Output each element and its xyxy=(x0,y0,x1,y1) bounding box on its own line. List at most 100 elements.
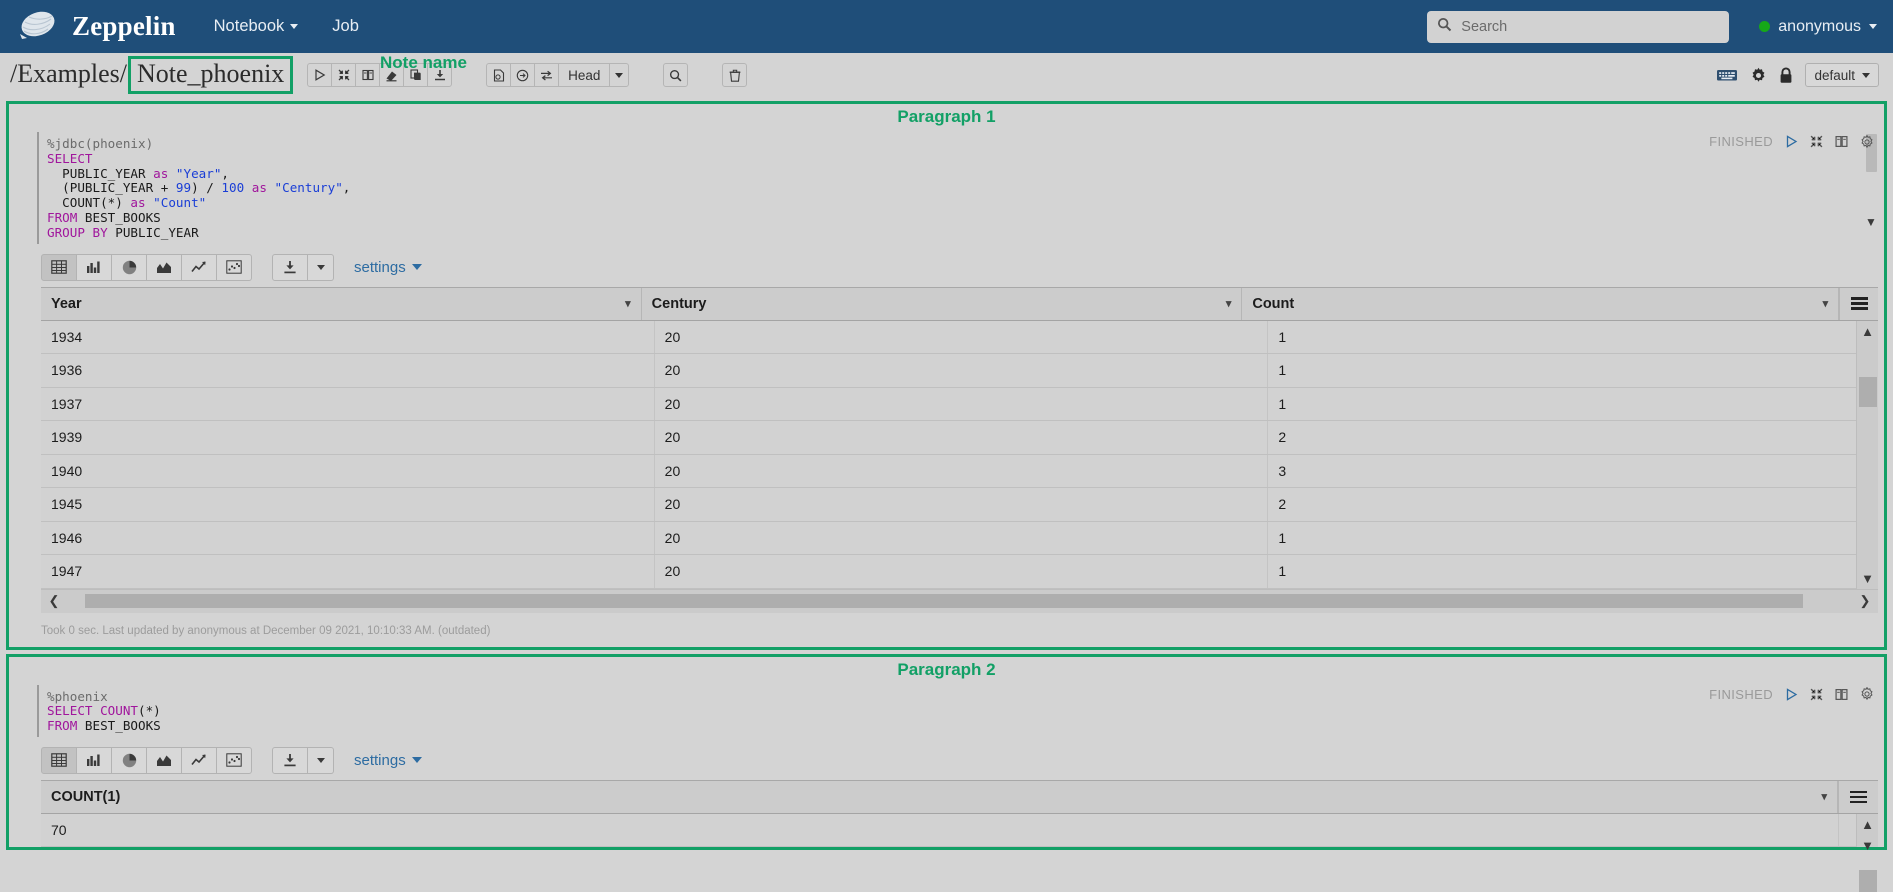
download-icon[interactable] xyxy=(272,253,308,281)
chevron-down-icon[interactable]: ▾ xyxy=(1823,297,1829,310)
table-row[interactable]: 1946 20 1 xyxy=(41,521,1878,556)
paragraph-2-editor[interactable]: %phoenix SELECT COUNT(*) FROM BEST_BOOKS xyxy=(9,680,1884,741)
table-row[interactable]: 1940 20 3 xyxy=(41,454,1878,489)
gear-icon[interactable] xyxy=(1860,687,1874,701)
run-paragraph-icon[interactable] xyxy=(1785,687,1798,701)
hscroll-track[interactable] xyxy=(65,594,1854,609)
pie-chart-icon[interactable] xyxy=(111,746,147,774)
scroll-up-icon[interactable]: ▲ xyxy=(1861,814,1874,835)
bar-chart-icon[interactable] xyxy=(76,253,112,281)
table-cell: 1 xyxy=(1268,555,1878,588)
paragraph-1-editor[interactable]: %jdbc(phoenix) SELECT PUBLIC_YEAR as "Ye… xyxy=(9,128,1884,248)
version-control-icon[interactable] xyxy=(486,63,512,87)
column-header-century[interactable]: Century ▾ xyxy=(642,287,1243,320)
navbar-right: anonymous xyxy=(1427,10,1877,43)
table-row[interactable]: 1945 20 2 xyxy=(41,488,1878,522)
chevron-down-icon[interactable]: ▾ xyxy=(1226,297,1232,310)
paragraph-1-footer: Took 0 sec. Last updated by anonymous at… xyxy=(41,624,491,637)
nav-item-notebook[interactable]: Notebook xyxy=(214,17,299,36)
run-paragraph-icon[interactable] xyxy=(1785,135,1798,148)
table-vertical-scrollbar[interactable]: ▲ ▼ xyxy=(1856,813,1878,892)
scroll-down-icon[interactable]: ▼ xyxy=(1861,835,1874,856)
trash-icon[interactable] xyxy=(722,63,748,87)
area-chart-icon[interactable] xyxy=(146,746,182,774)
table-horizontal-scrollbar[interactable]: ❮ ❯ xyxy=(41,588,1878,613)
scatter-chart-icon[interactable] xyxy=(216,253,252,281)
nav-item-job[interactable]: Job xyxy=(332,17,359,36)
table-row[interactable]: 1939 20 2 xyxy=(41,421,1878,455)
table-menu-icon[interactable] xyxy=(1839,287,1878,320)
search-code-icon[interactable] xyxy=(663,63,689,87)
run-all-icon[interactable] xyxy=(307,63,333,87)
paragraph-2-body: FINISHED %phoenix SELECT COUNT(*) FROM B… xyxy=(9,680,1884,892)
paragraph-1-body: FINISHED %jdbc(phoenix) SELECT PUBLIC_YE… xyxy=(9,128,1884,647)
vscroll-thumb[interactable] xyxy=(1858,376,1877,407)
column-header-count[interactable]: Count ▾ xyxy=(1242,287,1840,320)
table-row[interactable]: 1937 20 1 xyxy=(41,387,1878,422)
scroll-left-icon[interactable]: ❮ xyxy=(43,593,65,609)
table-view-icon[interactable] xyxy=(41,253,77,281)
keyboard-icon[interactable] xyxy=(1716,68,1738,82)
table-row[interactable]: 1947 20 1 xyxy=(41,555,1878,589)
pie-chart-icon[interactable] xyxy=(111,253,147,281)
user-menu[interactable]: anonymous xyxy=(1759,18,1877,36)
download-dropdown-icon[interactable] xyxy=(308,746,334,774)
table-cell: 1946 xyxy=(41,521,655,555)
table-cell: 1945 xyxy=(41,488,655,521)
chevron-down-icon[interactable]: ▾ xyxy=(625,297,631,310)
table-cell: 20 xyxy=(655,421,1269,454)
paragraph-1-code[interactable]: %jdbc(phoenix) SELECT PUBLIC_YEAR as "Ye… xyxy=(9,134,1884,244)
paragraph-2-settings-toggle[interactable]: settings xyxy=(354,752,422,769)
compare-revisions-icon[interactable] xyxy=(534,63,560,87)
table-cell: 1 xyxy=(1268,320,1878,354)
area-chart-icon[interactable] xyxy=(146,253,182,281)
table-cell: 20 xyxy=(655,488,1269,521)
revision-dropdown-icon[interactable] xyxy=(609,63,630,87)
revision-label[interactable]: Head xyxy=(558,63,611,87)
gear-icon[interactable] xyxy=(1860,134,1874,149)
table-menu-icon[interactable] xyxy=(1838,780,1878,813)
chevron-down-icon[interactable]: ▼ xyxy=(1865,216,1877,228)
vscroll-thumb[interactable] xyxy=(1858,869,1877,892)
bar-chart-icon[interactable] xyxy=(76,746,112,774)
line-chart-icon[interactable] xyxy=(181,746,217,774)
table-row[interactable]: 1936 20 1 xyxy=(41,354,1878,388)
note-name-title[interactable]: Note_phoenix xyxy=(127,56,294,94)
commit-icon[interactable] xyxy=(510,63,536,87)
search-box[interactable] xyxy=(1427,10,1730,43)
minimize-icon[interactable] xyxy=(1810,688,1823,701)
chevron-down-icon xyxy=(1862,72,1870,78)
line-chart-icon[interactable] xyxy=(181,253,217,281)
interpreter-selector[interactable]: default xyxy=(1805,63,1879,87)
nav-item-notebook-label: Notebook xyxy=(213,17,285,35)
scroll-down-icon[interactable]: ▼ xyxy=(1861,568,1874,589)
table-vertical-scrollbar[interactable]: ▲ ▼ xyxy=(1856,320,1878,589)
search-input[interactable] xyxy=(1459,17,1720,36)
hscroll-thumb[interactable] xyxy=(85,594,1803,609)
chevron-down-icon[interactable]: ▾ xyxy=(1821,790,1827,803)
editor-gutter xyxy=(37,132,39,244)
download-icon[interactable] xyxy=(272,746,308,774)
lock-icon[interactable] xyxy=(1779,66,1793,84)
scroll-up-icon[interactable]: ▲ xyxy=(1861,321,1874,342)
scatter-chart-icon[interactable] xyxy=(216,746,252,774)
book-icon[interactable] xyxy=(1835,688,1848,701)
brand[interactable]: Zeppelin xyxy=(16,7,176,47)
paragraph-2: Paragraph 2 FINISHED %phoenix SELECT COU… xyxy=(6,653,1887,892)
book-icon[interactable] xyxy=(1835,135,1848,148)
paragraph-1-settings-toggle[interactable]: settings xyxy=(354,259,422,276)
column-header-count1[interactable]: COUNT(1) ▾ xyxy=(41,780,1839,813)
table-row[interactable]: 1934 20 1 xyxy=(41,320,1878,355)
table-view-icon[interactable] xyxy=(41,746,77,774)
gear-icon[interactable] xyxy=(1750,67,1767,84)
paragraph-2-code[interactable]: %phoenix SELECT COUNT(*) FROM BEST_BOOKS xyxy=(9,687,1884,737)
breadcrumb-path[interactable]: /Examples/ xyxy=(10,59,127,89)
download-dropdown-icon[interactable] xyxy=(308,253,334,281)
column-header-year[interactable]: Year ▾ xyxy=(41,287,642,320)
scroll-right-icon[interactable]: ❯ xyxy=(1854,593,1876,609)
table-row[interactable]: 70 xyxy=(41,813,1878,848)
paragraph-1-viz-toolbar: settings xyxy=(9,248,1884,287)
minimize-icon[interactable] xyxy=(1810,135,1823,148)
collapse-all-icon[interactable] xyxy=(331,63,357,87)
book-icon[interactable] xyxy=(355,63,381,87)
